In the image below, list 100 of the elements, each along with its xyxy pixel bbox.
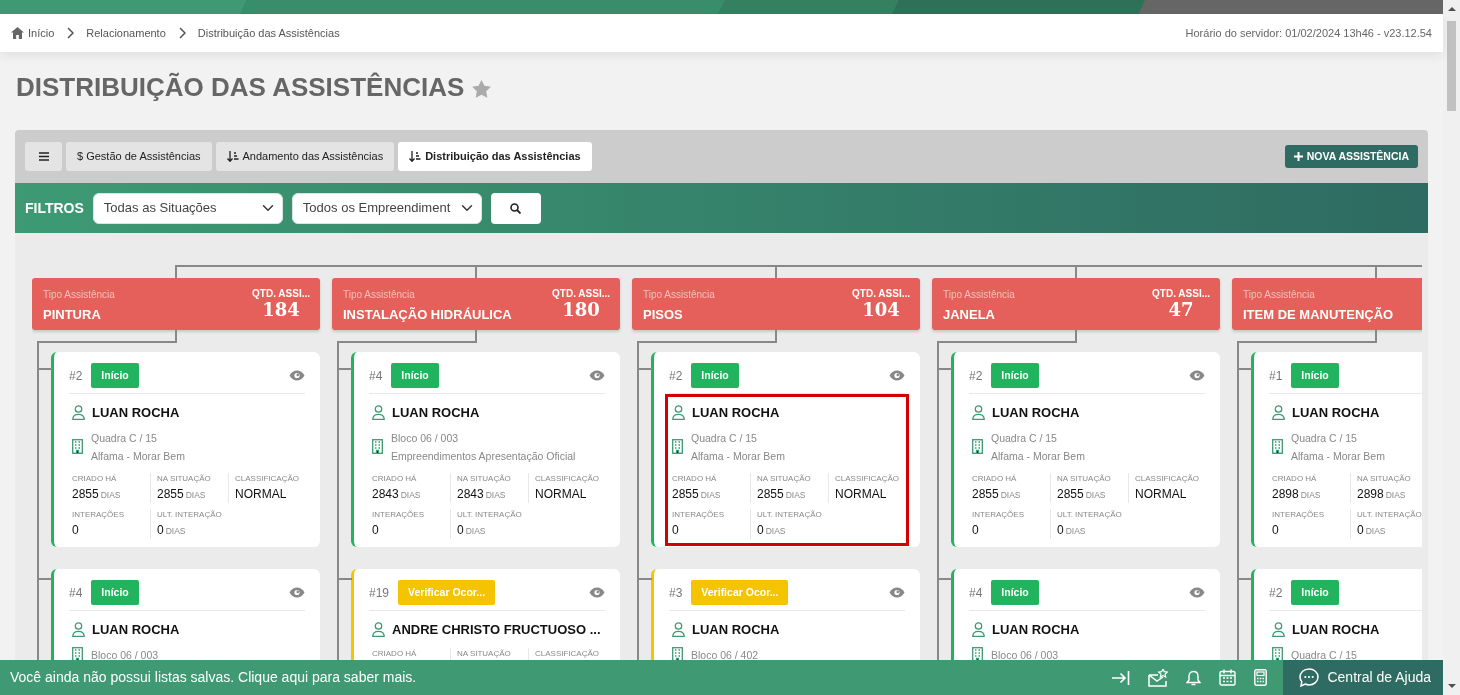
plus-icon [1293,152,1303,161]
development-text: Alfama - Morar Bem [691,448,785,464]
mail-star-icon[interactable] [1148,668,1169,687]
assistance-card[interactable]: #4 Início LUAN ROCHA Bloco 06 / 003 Empreendimentos Apresentação Oficial CRIADO HÁ 2843 DIAS NA SITUAÇÃO 2843 DIAS CLASSIFICAÇÃO NORMAL INTERAÇÕES 0 ULT. INTERAÇÃO 0 DIAS [351,352,620,547]
stat-label: NA SITUAÇÃO [457,647,512,660]
stat-value: 0 [672,521,680,539]
help-center-button[interactable]: Central de Ajuda [1283,660,1443,695]
assistance-card[interactable]: #2 Início LUAN ROCHA Quadra C / 15 Alfama - Morar Bem CRIADO HÁ 2855 DIAS NA SITUAÇÃO 2855 DIAS CLASSIFICAÇÃO NORMAL INTERAÇÕES 0 ULT. INTERAÇÃO 0 DIAS [51,352,320,547]
tab[interactable]: Distribuição das Assistências [398,142,592,171]
person-icon [972,622,985,638]
breadcrumb-link[interactable]: Início [28,24,55,42]
search-icon [510,202,522,214]
chevron-icon [66,27,75,39]
column-title: PISOS [643,306,684,324]
stat-value: 2855 DIAS [1057,485,1107,503]
card-number: #2 [669,367,683,385]
stat-value: 0 DIAS [1057,521,1087,539]
card-number: #4 [369,367,383,385]
stat-label: NA SITUAÇÃO [757,472,812,485]
assistance-card[interactable]: #2 Início LUAN ROCHA Quadra C / 15 [1251,569,1422,660]
status-badge: Início [991,579,1039,606]
assistance-card[interactable]: #2 Início LUAN ROCHA Quadra C / 15 Alfama - Morar Bem CRIADO HÁ 2855 DIAS NA SITUAÇÃO 2855 DIAS CLASSIFICAÇÃO NORMAL INTERAÇÕES 0 ULT. INTERAÇÃO 0 DIAS [651,352,920,547]
stat-label: CLASSIFICAÇÃO [535,472,600,485]
stat-label: CRIADO HÁ [672,472,718,485]
assistance-card[interactable]: #1 Início LUAN ROCHA Quadra C / 15 Alfama - Morar Bem CRIADO HÁ 2898 DIAS NA SITUAÇÃO 2898 DIAS INTERAÇÕES 0 ULT. INTERAÇÃO 0 DIAS [1251,352,1422,547]
stat-label: INTERAÇÕES [972,508,1025,521]
stat-value: 2843 DIAS [372,485,422,503]
calculator-icon[interactable] [1254,669,1268,686]
collapse-icon[interactable] [1112,670,1131,685]
breadcrumb-link[interactable]: Relacionamento [86,24,166,42]
client-name: LUAN ROCHA [92,621,180,639]
menu-button[interactable] [25,142,62,171]
person-icon [972,405,985,421]
building-icon [1272,439,1283,454]
search-button[interactable] [490,192,541,224]
unit-text: Bloco 06 / 003 [391,430,460,446]
stat-label: NA SITUAÇÃO [1357,472,1412,485]
scrollbar-thumb[interactable] [1447,21,1456,111]
bell-icon[interactable] [1186,669,1202,686]
filter-select[interactable]: Todos os Empreendiment [291,192,482,224]
stat-value: 0 [1272,521,1280,539]
quantity-label: QTD. ASSI... [552,287,610,301]
card-number: #19 [369,584,390,602]
calendar-icon[interactable] [1219,669,1237,686]
column-title: PINTURA [43,306,102,324]
eye-icon [889,370,905,381]
assistance-card[interactable]: #3 Verificar Ocor... LUAN ROCHA Bloco 06 / 402 [651,569,920,660]
breadcrumb-current[interactable]: Distribuição das Assistências [197,24,340,42]
tab[interactable]: $ Gestão de Assistências [66,142,212,171]
client-name: LUAN ROCHA [392,404,480,422]
status-badge: Início [1291,579,1339,606]
stat-value: 2855 DIAS [672,485,722,503]
person-icon [372,405,385,421]
assistance-card[interactable]: #19 Verificar Ocor... ANDRE CHRISTO FRUCTUOSO ... CRIADO HÁ NA SITUAÇÃO CLASSIFICAÇÃO [351,569,620,660]
assistance-card[interactable]: #4 Início LUAN ROCHA Bloco 06 / 003 [951,569,1220,660]
eye-icon [589,370,605,381]
stat-label: NA SITUAÇÃO [457,472,512,485]
stat-value: NORMAL [535,485,588,503]
quantity-value: 180 [561,301,601,319]
unit-text: Quadra C / 15 [991,430,1058,446]
client-name: LUAN ROCHA [1292,621,1380,639]
type-label: Tipo Assistência [43,288,115,302]
stat-label: CRIADO HÁ [972,472,1018,485]
client-name: LUAN ROCHA [992,621,1080,639]
card-number: #2 [69,367,83,385]
client-name: LUAN ROCHA [692,404,780,422]
person-icon [72,622,85,638]
card-number: #1 [1269,367,1283,385]
sort-icon [409,151,422,162]
stat-value: 0 [372,521,380,539]
sort-icon [226,151,239,162]
filter-select[interactable]: Todas as Situações [92,192,283,224]
stat-value: 2855 DIAS [757,485,807,503]
card-number: #2 [1269,584,1283,602]
unit-text: Quadra C / 15 [1291,430,1358,446]
person-icon [1272,622,1285,638]
quantity-value: 104 [861,301,901,319]
building-icon [372,439,383,454]
new-assistance-button[interactable]: NOVA ASSISTÊNCIA [1284,145,1418,168]
development-text: Alfama - Morar Bem [91,448,185,464]
status-badge: Início [1291,362,1339,389]
stat-value: 0 DIAS [457,521,487,539]
home-icon [11,27,24,39]
stat-value: 2843 DIAS [457,485,507,503]
tab[interactable]: Andamento das Assistências [215,142,395,171]
eye-icon [589,587,605,598]
stat-label: CRIADO HÁ [1272,472,1318,485]
stat-label: NA SITUAÇÃO [157,472,212,485]
stat-label: ULT. INTERAÇÃO [757,508,823,521]
unit-text: Quadra C / 15 [91,430,158,446]
assistance-card[interactable]: #2 Início LUAN ROCHA Quadra C / 15 Alfama - Morar Bem CRIADO HÁ 2855 DIAS NA SITUAÇÃO 2855 DIAS CLASSIFICAÇÃO NORMAL INTERAÇÕES 0 ULT. INTERAÇÃO 0 DIAS [951,352,1220,547]
person-icon [672,622,685,638]
menu-icon [38,152,49,161]
column-title: INSTALAÇÃO HIDRÁULICA [343,306,512,324]
person-icon [372,622,385,638]
stat-value: 2855 DIAS [972,485,1022,503]
assistance-card[interactable]: #4 Início LUAN ROCHA Bloco 06 / 003 [51,569,320,660]
stat-label: INTERAÇÕES [372,508,425,521]
stat-value: 0 [972,521,980,539]
stat-label: NA SITUAÇÃO [1057,472,1112,485]
